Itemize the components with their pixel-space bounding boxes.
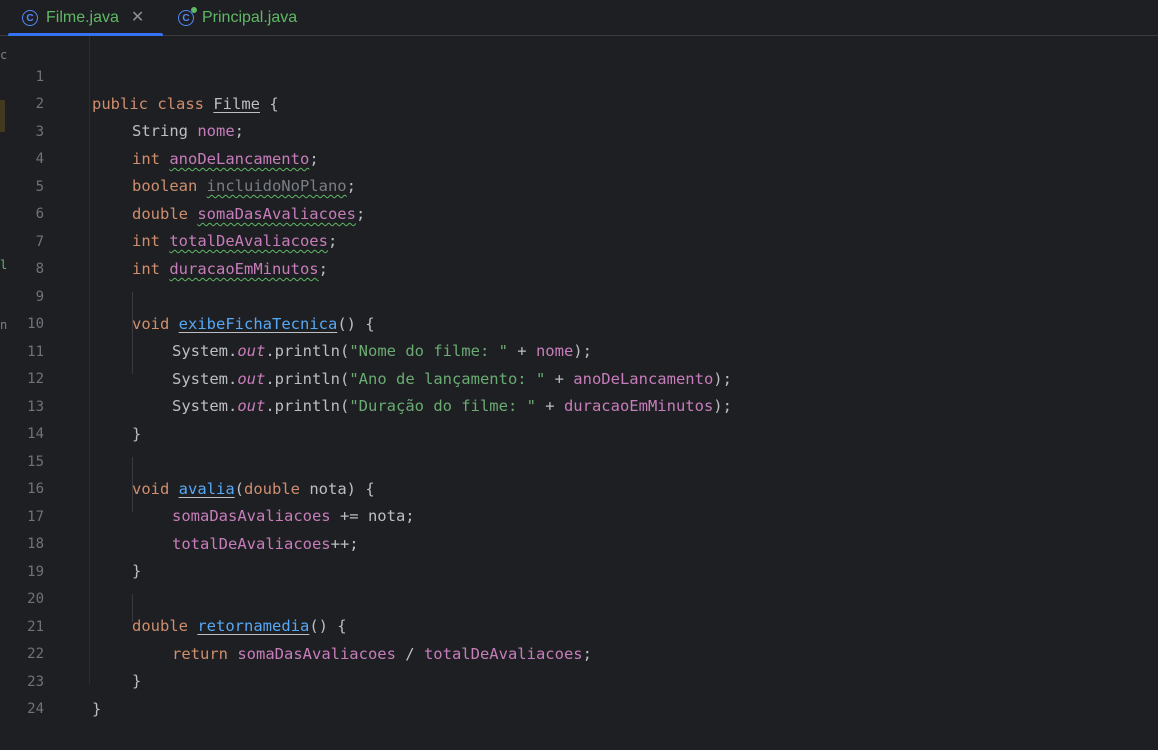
code-editor[interactable]: 1 public class Filme { 2 String nome; 3 …: [8, 36, 1158, 718]
code-line: 7 int duracaoEmMinutos;: [35, 234, 328, 278]
tab-filme-java[interactable]: C Filme.java ✕: [8, 0, 163, 37]
code-line: 21 return somaDasAvaliacoes / totalDeAva…: [27, 619, 592, 663]
tab-label: Principal.java: [202, 9, 298, 26]
code-line: 24: [27, 701, 44, 717]
code-line: 9 void exibeFichaTecnica() {: [35, 289, 375, 333]
code-line: 22 }: [27, 646, 142, 690]
left-panel-edge: c l n: [0, 36, 8, 684]
code-line: 5 double somaDasAvaliacoes;: [35, 179, 366, 223]
code-line: 19: [27, 564, 44, 580]
tab-principal-java[interactable]: C Principal.java: [170, 0, 297, 36]
code-line: 16 somaDasAvaliacoes += nota;: [27, 481, 415, 525]
code-line: 1 public class Filme {: [35, 69, 279, 113]
code-line: 14: [27, 426, 44, 442]
code-line: 4 boolean incluidoNoPlano;: [35, 151, 356, 195]
panel-mark: l: [0, 258, 8, 272]
code-line: 13 }: [27, 399, 142, 443]
tab-label: Filme.java: [46, 9, 119, 26]
panel-mark: n: [0, 318, 8, 332]
highlight-mark: [0, 100, 5, 132]
code-line: 12 System.out.println("Duração do filme:…: [27, 371, 732, 415]
code-line: 2 String nome;: [35, 96, 244, 140]
code-line: 3 int anoDeLancamento;: [35, 124, 319, 168]
editor-tab-bar: C Filme.java ✕ C Principal.java: [0, 0, 1158, 37]
code-line: 18 }: [27, 536, 142, 580]
code-line: 17 totalDeAvaliacoes++;: [27, 509, 359, 553]
code-line: 11 System.out.println("Ano de lançamento…: [27, 344, 732, 388]
code-line: 15 void avalia(double nota) {: [27, 454, 375, 498]
code-line: 10 System.out.println("Nome do filme: " …: [27, 316, 592, 360]
code-line: 20 double retornamedia() {: [27, 591, 347, 635]
code-line: 23 }: [27, 674, 102, 718]
close-icon[interactable]: ✕: [131, 10, 144, 26]
code-line: 6 int totalDeAvaliacoes;: [35, 206, 338, 250]
code-line: 8: [35, 261, 44, 277]
class-run-icon: C: [178, 7, 197, 26]
panel-mark: c: [0, 48, 8, 62]
class-icon: C: [22, 10, 38, 26]
